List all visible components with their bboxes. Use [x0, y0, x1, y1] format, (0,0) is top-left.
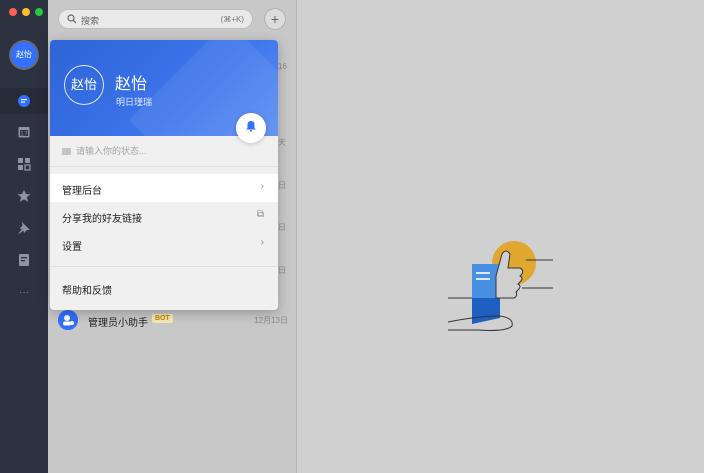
bell-icon[interactable] — [236, 113, 266, 143]
list-timestamp: 16 — [278, 62, 287, 71]
list-item-time: 12月13日 — [254, 316, 288, 325]
divider — [50, 166, 278, 167]
menu-item-label: 管理后台 — [62, 186, 102, 197]
status-input[interactable]: 请输入你的状态... — [62, 144, 147, 157]
search-placeholder: 搜索 — [81, 16, 100, 26]
profile-org: 明日瑾瑞 — [116, 97, 153, 107]
calendar-icon[interactable]: 17 — [17, 125, 31, 139]
app-sidebar: 赵怡 17 ··· — [0, 0, 48, 473]
pin-icon[interactable] — [17, 221, 31, 235]
copy-icon: ⧉ — [256, 209, 264, 220]
list-timestamp: 天 — [278, 138, 286, 147]
menu-item-settings[interactable]: 设置 › — [50, 230, 278, 258]
more-icon[interactable]: ··· — [17, 286, 31, 300]
search-hotkey: (⌘+K) — [220, 15, 244, 24]
zoom-window-button[interactable] — [35, 8, 43, 16]
menu-item-label: 帮助和反馈 — [62, 286, 112, 297]
chat-icon[interactable] — [17, 94, 31, 108]
status-icon — [62, 148, 71, 156]
menu-item-share-friend-link[interactable]: 分享我的好友链接 ⧉ — [50, 202, 278, 230]
apps-icon[interactable] — [17, 157, 31, 171]
minimize-window-button[interactable] — [22, 8, 30, 16]
profile-avatar[interactable]: 赵怡 — [64, 65, 104, 105]
list-timestamp: 日 — [278, 223, 286, 232]
svg-text:17: 17 — [20, 130, 28, 137]
add-button[interactable]: + — [264, 8, 286, 30]
bot-badge: BOT — [152, 314, 173, 323]
close-window-button[interactable] — [9, 8, 17, 16]
status-placeholder: 请输入你的状态... — [76, 146, 147, 156]
profile-popup: 赵怡 赵怡 明日瑾瑞 请输入你的状态... 管理后台 › 分享我的好友链接 ⧉ … — [50, 40, 278, 310]
menu-item-help-feedback[interactable]: 帮助和反馈 — [50, 274, 278, 302]
search-icon — [67, 14, 77, 27]
list-item[interactable]: 管理员小助手 BOT 12月13日 — [58, 310, 288, 330]
list-timestamp: 日 — [278, 266, 286, 275]
list-timestamp: 日 — [278, 181, 286, 190]
menu-item-label: 分享我的好友链接 — [62, 214, 142, 225]
bot-avatar — [58, 310, 78, 330]
star-icon[interactable] — [17, 189, 31, 203]
window-controls — [9, 8, 43, 16]
list-item-name: 管理员小助手 — [88, 318, 148, 329]
chevron-right-icon: › — [260, 237, 264, 248]
user-avatar[interactable]: 赵怡 — [11, 42, 37, 68]
menu-item-label: 设置 — [62, 242, 82, 253]
menu-item-admin-console[interactable]: 管理后台 › — [50, 174, 278, 202]
search-input[interactable]: 搜索 (⌘+K) — [58, 9, 253, 29]
docs-icon[interactable] — [17, 253, 31, 267]
chevron-right-icon: › — [260, 181, 264, 192]
thumbs-up-illustration — [447, 236, 558, 336]
profile-name: 赵怡 — [115, 76, 148, 93]
divider — [50, 266, 278, 267]
